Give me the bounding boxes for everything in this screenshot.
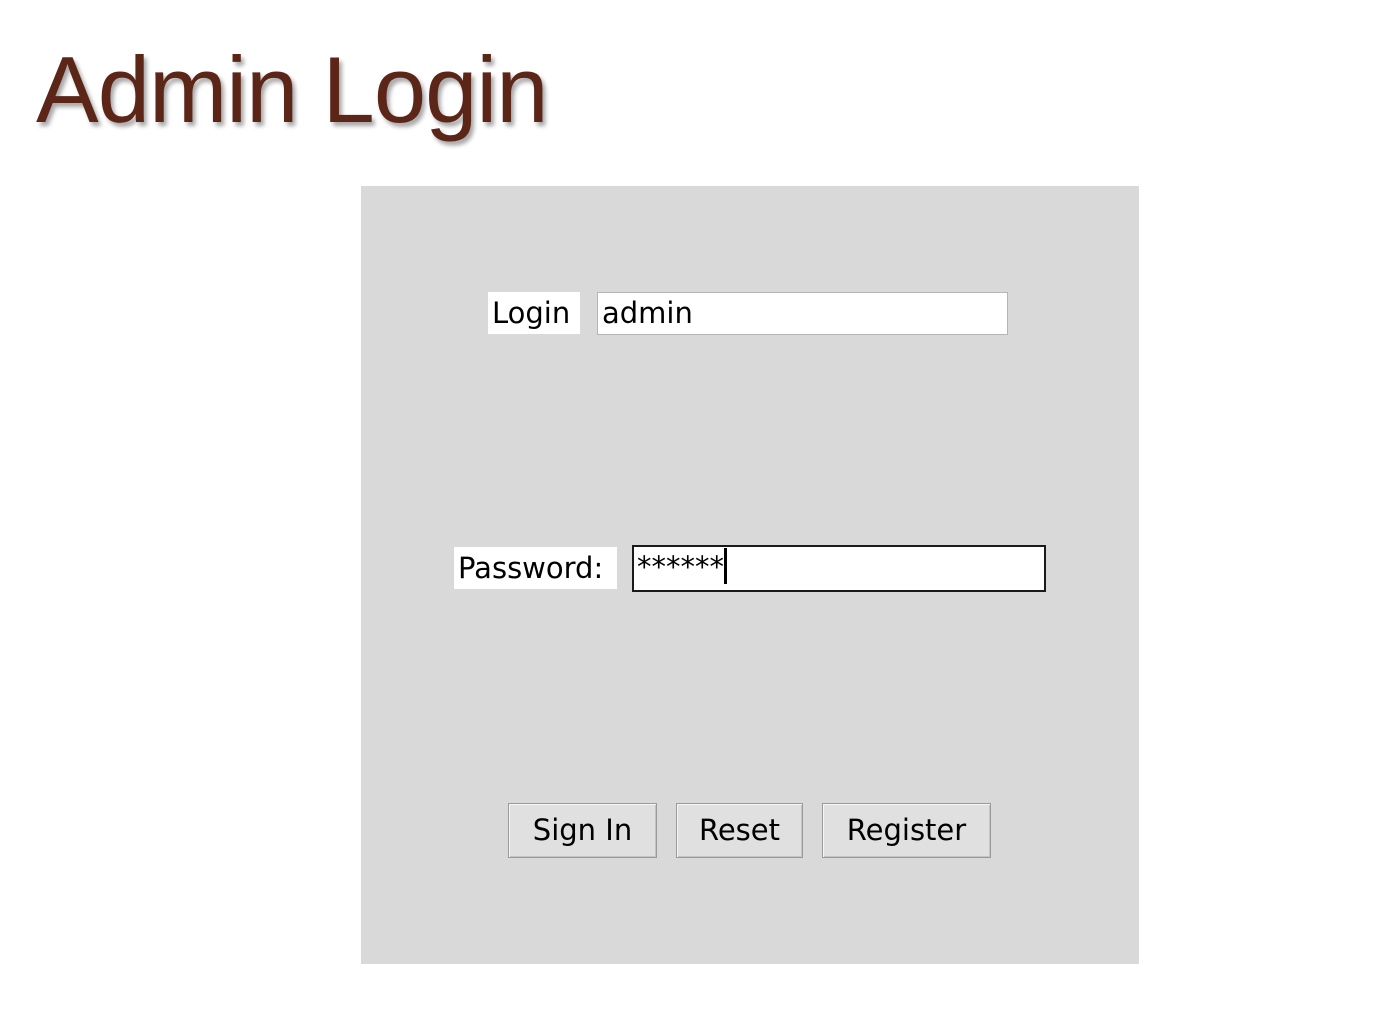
register-button[interactable]: Register (822, 803, 991, 858)
password-label: Password: (454, 547, 617, 589)
password-input[interactable]: ****** (632, 545, 1046, 592)
login-input[interactable]: admin (597, 292, 1008, 335)
reset-button[interactable]: Reset (676, 803, 803, 858)
sign-in-button[interactable]: Sign In (508, 803, 657, 858)
page-title: Admin Login (36, 37, 549, 142)
login-input-value: admin (602, 296, 693, 330)
text-caret (724, 548, 727, 584)
login-panel: Login admin Password: ****** Sign In Res… (361, 186, 1139, 964)
login-label: Login (488, 292, 580, 334)
password-input-value: ****** (637, 550, 724, 584)
